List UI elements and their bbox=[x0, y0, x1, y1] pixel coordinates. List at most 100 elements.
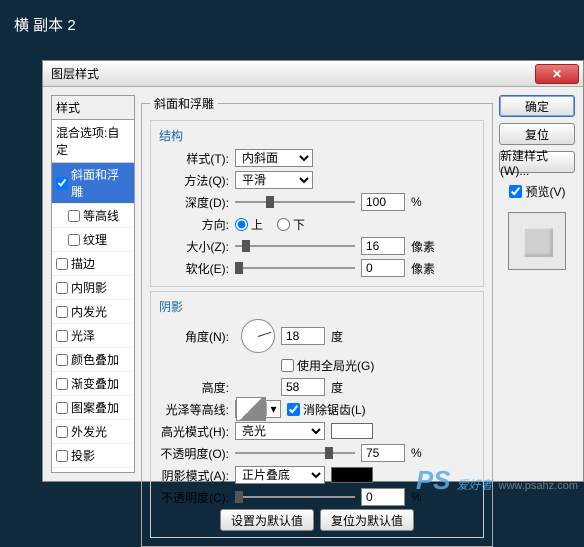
style-item-satin[interactable]: 光泽 bbox=[52, 324, 134, 348]
shadow-opacity-slider[interactable] bbox=[235, 489, 355, 505]
style-item-inner-glow[interactable]: 内发光 bbox=[52, 300, 134, 324]
close-button[interactable]: ✕ bbox=[535, 64, 579, 84]
style-checkbox-pattern-overlay[interactable] bbox=[56, 402, 68, 414]
dialog-title: 图层样式 bbox=[51, 65, 99, 82]
shadow-color-chip[interactable] bbox=[331, 467, 373, 483]
highlight-opacity-input[interactable]: 75 bbox=[361, 444, 405, 462]
preview-box bbox=[508, 212, 566, 270]
highlight-opacity-slider[interactable] bbox=[235, 445, 355, 461]
technique-label: 方法(Q): bbox=[159, 172, 229, 189]
style-checkbox-gradient-overlay[interactable] bbox=[56, 378, 68, 390]
px-label: 像素 bbox=[411, 238, 435, 255]
titlebar[interactable]: 图层样式 ✕ bbox=[43, 61, 583, 87]
style-item-inner-shadow[interactable]: 内阴影 bbox=[52, 276, 134, 300]
layer-style-dialog: 图层样式 ✕ 样式 混合选项:自定 斜面和浮雕等高线纹理描边内阴影内发光光泽颜色… bbox=[42, 60, 584, 482]
depth-label: 深度(D): bbox=[159, 194, 229, 211]
cancel-button[interactable]: 复位 bbox=[499, 123, 575, 145]
direction-down-radio[interactable]: 下 bbox=[277, 216, 305, 233]
altitude-label: 高度: bbox=[159, 379, 229, 396]
style-checkbox-drop-shadow[interactable] bbox=[56, 450, 68, 462]
percent-label: % bbox=[411, 195, 422, 209]
shadow-mode-label: 阴影模式(A): bbox=[159, 467, 229, 484]
style-item-label: 斜面和浮雕 bbox=[71, 166, 130, 200]
style-item-stroke[interactable]: 描边 bbox=[52, 252, 134, 276]
size-input[interactable]: 16 bbox=[361, 237, 405, 255]
highlight-color-chip[interactable] bbox=[331, 423, 373, 439]
direction-label: 方向: bbox=[159, 216, 229, 233]
style-checkbox-satin[interactable] bbox=[56, 330, 68, 342]
depth-input[interactable]: 100 bbox=[361, 193, 405, 211]
style-item-bevel[interactable]: 斜面和浮雕 bbox=[52, 163, 134, 204]
px-label-2: 像素 bbox=[411, 260, 435, 277]
structure-heading: 结构 bbox=[159, 127, 475, 144]
right-buttons: 确定 复位 新建样式(W)... 预览(V) bbox=[499, 95, 575, 473]
style-checkbox-texture[interactable] bbox=[68, 234, 80, 246]
style-item-label: 纹理 bbox=[83, 231, 107, 248]
altitude-input[interactable]: 58 bbox=[281, 378, 325, 396]
style-checkbox-inner-shadow[interactable] bbox=[56, 282, 68, 294]
style-checkbox-stroke[interactable] bbox=[56, 258, 68, 270]
soften-slider[interactable] bbox=[235, 260, 355, 276]
style-item-color-overlay[interactable]: 颜色叠加 bbox=[52, 348, 134, 372]
size-slider[interactable] bbox=[235, 238, 355, 254]
section-title: 斜面和浮雕 bbox=[150, 95, 218, 112]
angle-input[interactable]: 18 bbox=[281, 327, 325, 345]
reset-default-button[interactable]: 复位为默认值 bbox=[320, 509, 414, 531]
style-item-label: 等高线 bbox=[83, 207, 119, 224]
app-title: 横 副本 2 bbox=[0, 0, 584, 35]
style-select[interactable]: 内斜面 bbox=[235, 149, 313, 167]
style-item-pattern-overlay[interactable]: 图案叠加 bbox=[52, 396, 134, 420]
structure-group: 结构 样式(T): 内斜面 方法(Q): 平滑 深度(D): 100 % bbox=[150, 120, 484, 287]
styles-panel: 样式 混合选项:自定 斜面和浮雕等高线纹理描边内阴影内发光光泽颜色叠加渐变叠加图… bbox=[51, 95, 135, 473]
shading-heading: 阴影 bbox=[159, 298, 475, 315]
style-checkbox-contour[interactable] bbox=[68, 210, 80, 222]
direction-up-radio[interactable]: 上 bbox=[235, 216, 263, 233]
shadow-mode-select[interactable]: 正片叠底 bbox=[235, 466, 325, 484]
shadow-opacity-label: 不透明度(C): bbox=[159, 489, 229, 506]
style-checkbox-bevel[interactable] bbox=[56, 177, 68, 189]
ok-button[interactable]: 确定 bbox=[499, 95, 575, 117]
highlight-opacity-label: 不透明度(O): bbox=[159, 445, 229, 462]
style-item-label: 光泽 bbox=[71, 327, 95, 344]
highlight-mode-select[interactable]: 亮光 bbox=[235, 422, 325, 440]
style-item-label: 描边 bbox=[71, 255, 95, 272]
styles-list: 混合选项:自定 斜面和浮雕等高线纹理描边内阴影内发光光泽颜色叠加渐变叠加图案叠加… bbox=[51, 119, 135, 473]
style-checkbox-outer-glow[interactable] bbox=[56, 426, 68, 438]
style-item-label: 图案叠加 bbox=[71, 399, 119, 416]
watermark: PS 爱好者 www.psahz.com bbox=[416, 465, 578, 496]
soften-label: 软化(E): bbox=[159, 260, 229, 277]
style-item-label: 内发光 bbox=[71, 303, 107, 320]
angle-dial[interactable] bbox=[241, 319, 275, 353]
chevron-down-icon: ▾ bbox=[266, 402, 280, 416]
global-light-checkbox[interactable]: 使用全局光(G) bbox=[281, 357, 374, 374]
shadow-opacity-input[interactable]: 0 bbox=[361, 488, 405, 506]
size-label: 大小(Z): bbox=[159, 238, 229, 255]
style-item-contour[interactable]: 等高线 bbox=[52, 204, 134, 228]
new-style-button[interactable]: 新建样式(W)... bbox=[499, 151, 575, 173]
make-default-button[interactable]: 设置为默认值 bbox=[220, 509, 314, 531]
gloss-contour-label: 光泽等高线: bbox=[159, 401, 229, 418]
soften-input[interactable]: 0 bbox=[361, 259, 405, 277]
blend-options-row[interactable]: 混合选项:自定 bbox=[52, 120, 134, 163]
degree-label-2: 度 bbox=[331, 379, 343, 396]
style-item-texture[interactable]: 纹理 bbox=[52, 228, 134, 252]
antialias-checkbox[interactable]: 消除锯齿(L) bbox=[287, 401, 366, 418]
shading-group: 阴影 角度(N): 18 度 使用全局光(G) 高度: bbox=[150, 291, 484, 538]
style-item-gradient-overlay[interactable]: 渐变叠加 bbox=[52, 372, 134, 396]
depth-slider[interactable] bbox=[235, 194, 355, 210]
styles-header: 样式 bbox=[51, 95, 135, 119]
style-item-label: 内阴影 bbox=[71, 279, 107, 296]
style-item-outer-glow[interactable]: 外发光 bbox=[52, 420, 134, 444]
contour-icon bbox=[236, 397, 266, 421]
style-checkbox-color-overlay[interactable] bbox=[56, 354, 68, 366]
style-item-label: 颜色叠加 bbox=[71, 351, 119, 368]
preview-checkbox[interactable]: 预览(V) bbox=[499, 183, 575, 200]
style-checkbox-inner-glow[interactable] bbox=[56, 306, 68, 318]
style-item-drop-shadow[interactable]: 投影 bbox=[52, 444, 134, 468]
style-item-label: 外发光 bbox=[71, 423, 107, 440]
technique-select[interactable]: 平滑 bbox=[235, 171, 313, 189]
gloss-contour-picker[interactable]: ▾ bbox=[235, 400, 281, 418]
degree-label: 度 bbox=[331, 328, 343, 345]
style-item-label: 投影 bbox=[71, 447, 95, 464]
style-item-label: 渐变叠加 bbox=[71, 375, 119, 392]
